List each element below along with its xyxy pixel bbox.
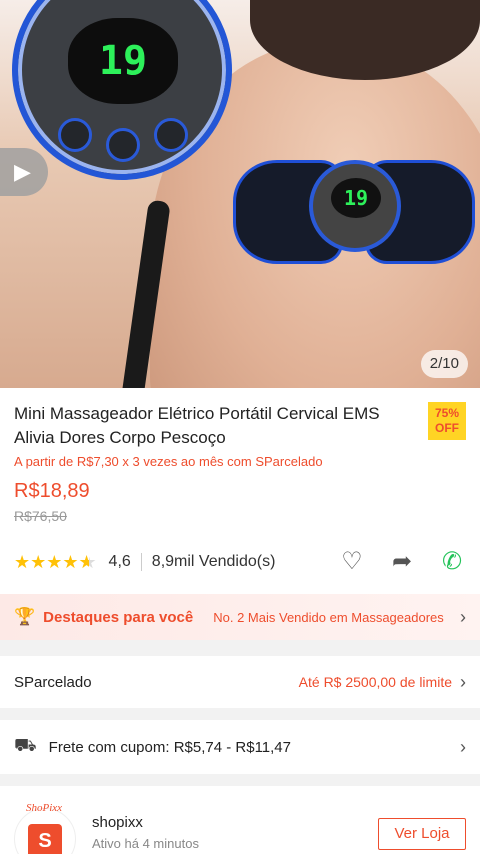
play-icon: ▶ bbox=[14, 159, 31, 184]
controller-display: 19 bbox=[68, 18, 178, 104]
play-video-button[interactable]: ▶ bbox=[0, 148, 48, 196]
truck-icon: ⛟ bbox=[14, 735, 37, 755]
shipping-row[interactable]: ⛟ Frete com cupom: R$5,74 - R$11,47 › bbox=[0, 720, 480, 774]
heart-icon[interactable]: ♡ bbox=[338, 548, 366, 576]
sold-count: 8,9mil Vendido(s) bbox=[151, 553, 276, 570]
shipping-text: Frete com cupom: R$5,74 - R$11,47 bbox=[48, 738, 291, 756]
shop-name[interactable]: shopixx bbox=[92, 814, 143, 831]
rating-value: 4,6 bbox=[108, 553, 131, 570]
shop-status: Ativo há 4 minutos bbox=[92, 836, 199, 851]
discount-label: OFF bbox=[435, 421, 459, 435]
product-actions: ♡ ➦ ✆ bbox=[338, 548, 466, 576]
pad-controller: 19 bbox=[309, 160, 401, 252]
discount-percent: 75% bbox=[434, 406, 460, 420]
rating-stars[interactable]: ★★★★★★ bbox=[14, 552, 97, 573]
chevron-right-icon: › bbox=[460, 736, 466, 757]
half-star-icon: ★ bbox=[78, 551, 89, 572]
divider bbox=[140, 553, 142, 571]
visit-shop-button[interactable]: Ver Loja bbox=[378, 818, 466, 850]
highlights-label: Destaques para você bbox=[43, 608, 194, 626]
image-counter: 2/10 bbox=[420, 350, 468, 378]
highlights-banner[interactable]: 🏆 Destaques para você No. 2 Mais Vendido… bbox=[0, 594, 480, 640]
shop-logo[interactable]: ShoPixx S bbox=[14, 802, 76, 854]
shop-logo-brand: ShoPixx bbox=[26, 802, 63, 814]
chevron-right-icon: › bbox=[460, 671, 466, 692]
discount-badge: 75% OFF bbox=[428, 402, 466, 440]
controller-button-left bbox=[58, 118, 92, 152]
shop-section: ShoPixx S shopixx Ativo há 4 minutos Ver… bbox=[0, 786, 480, 854]
trophy-icon: 🏆 bbox=[14, 607, 36, 626]
product-page: 19 19 ▶ 2/10 Mini Massageador Elétrico P… bbox=[0, 0, 480, 854]
highlights-detail: No. 2 Mais Vendido em Massageadores bbox=[213, 609, 444, 625]
original-price: R$76,50 bbox=[14, 508, 67, 524]
sparcelado-limit: Até R$ 2500,00 de limite bbox=[298, 674, 452, 690]
product-title: Mini Massageador Elétrico Portátil Cervi… bbox=[14, 404, 380, 447]
installment-text: A partir de R$7,30 x 3 vezes ao mês com … bbox=[14, 454, 323, 469]
product-photo-massager-pad: 19 bbox=[233, 160, 475, 264]
product-image-gallery[interactable]: 19 19 ▶ 2/10 bbox=[0, 0, 480, 388]
controller-button-right bbox=[154, 118, 188, 152]
whatsapp-icon[interactable]: ✆ bbox=[438, 548, 466, 576]
sparcelado-row[interactable]: SParcelado Até R$ 2500,00 de limite › bbox=[0, 656, 480, 708]
share-icon[interactable]: ➦ bbox=[388, 548, 416, 576]
empty-star-part: ★ bbox=[89, 552, 97, 573]
product-price: R$18,89 bbox=[14, 480, 90, 502]
controller-button-mid bbox=[106, 128, 140, 162]
rating-row: ★★★★★★ 4,6 8,9mil Vendido(s) ♡ ➦ ✆ bbox=[14, 548, 466, 576]
pad-display: 19 bbox=[331, 178, 381, 218]
product-info: Mini Massageador Elétrico Portátil Cervi… bbox=[0, 388, 480, 594]
chevron-right-icon: › bbox=[460, 606, 466, 627]
shopping-bag-icon: S bbox=[28, 824, 62, 854]
sparcelado-label: SParcelado bbox=[14, 673, 92, 691]
